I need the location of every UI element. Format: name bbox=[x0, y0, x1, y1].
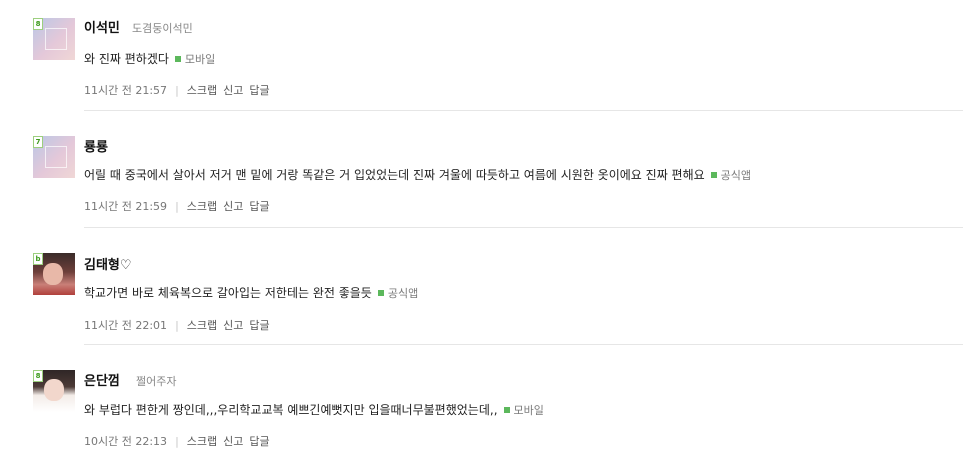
reply-button[interactable]: 답글 bbox=[249, 200, 269, 213]
report-button[interactable]: 신고 bbox=[223, 200, 243, 213]
report-button[interactable]: 신고 bbox=[223, 319, 243, 332]
report-button[interactable]: 신고 bbox=[223, 435, 243, 448]
level-badge: 8 bbox=[33, 18, 43, 30]
comment-meta: 11시간 전 22:01 | 스크랩 신고 답글 bbox=[84, 317, 276, 333]
author-nickname: 도겸둥이석민 bbox=[132, 22, 193, 35]
comment-text: 학교가면 바로 체육복으로 갈아입는 저한테는 완전 좋을듯 공식앱 bbox=[84, 284, 418, 301]
comment-text: 와 부럽다 편한게 짱인데,,,우리학교교복 예쁘긴예뻣지만 입을때너무불편했었… bbox=[84, 401, 544, 418]
comment-text: 와 진짜 편하겠다 모바일 bbox=[84, 50, 215, 67]
comment-text-content: 와 부럽다 편한게 짱인데,,,우리학교교복 예쁘긴예뻣지만 입을때너무불편했었… bbox=[84, 403, 498, 417]
level-badge: 7 bbox=[33, 136, 43, 148]
timestamp: 11시간 전 21:57 bbox=[84, 84, 168, 97]
source-label: 공식앱 bbox=[387, 287, 419, 300]
scrap-button[interactable]: 스크랩 bbox=[187, 435, 217, 448]
author-name[interactable]: 김태형♡ bbox=[84, 254, 132, 273]
timestamp: 10시간 전 22:13 bbox=[84, 435, 168, 448]
comment-meta: 11시간 전 21:57 | 스크랩 신고 답글 bbox=[84, 82, 276, 98]
source-dot-icon bbox=[174, 56, 181, 62]
comment-meta: 11시간 전 21:59 | 스크랩 신고 답글 bbox=[84, 198, 276, 214]
level-badge: 8 bbox=[33, 370, 43, 382]
separator: | bbox=[175, 200, 179, 213]
separator: | bbox=[175, 435, 179, 448]
separator: | bbox=[175, 319, 179, 332]
timestamp: 11시간 전 21:59 bbox=[84, 200, 168, 213]
source-label: 모바일 bbox=[184, 53, 216, 66]
divider bbox=[84, 344, 963, 345]
comment-text-content: 어릴 때 중국에서 살아서 저거 맨 밑에 거랑 똑같은 거 입었었는데 진짜 … bbox=[84, 168, 705, 182]
scrap-button[interactable]: 스크랩 bbox=[187, 319, 217, 332]
comment-text-content: 학교가면 바로 체육복으로 갈아입는 저한테는 완전 좋을듯 bbox=[84, 286, 372, 300]
separator: | bbox=[175, 84, 179, 97]
author-name[interactable]: 룡룡 bbox=[84, 136, 108, 155]
scrap-button[interactable]: 스크랩 bbox=[187, 200, 217, 213]
author-name[interactable]: 이석민 bbox=[84, 17, 120, 36]
reply-button[interactable]: 답글 bbox=[249, 435, 269, 448]
reply-button[interactable]: 답글 bbox=[249, 319, 269, 332]
avatar[interactable]: 8 bbox=[33, 370, 75, 412]
divider bbox=[84, 110, 963, 111]
reply-button[interactable]: 답글 bbox=[249, 84, 269, 97]
source-dot-icon bbox=[710, 172, 717, 178]
divider bbox=[84, 227, 963, 228]
source-label: 공식앱 bbox=[720, 169, 752, 182]
source-label: 모바일 bbox=[513, 404, 544, 417]
avatar[interactable]: 8 bbox=[33, 18, 75, 60]
level-badge: b bbox=[33, 253, 43, 265]
source-dot-icon bbox=[377, 290, 384, 296]
timestamp: 11시간 전 22:01 bbox=[84, 319, 168, 332]
author-name[interactable]: 은단껌 bbox=[84, 370, 120, 389]
source-dot-icon bbox=[503, 407, 510, 413]
avatar[interactable]: b bbox=[33, 253, 75, 295]
comment-text-content: 와 진짜 편하겠다 bbox=[84, 52, 169, 66]
report-button[interactable]: 신고 bbox=[223, 84, 243, 97]
author-nickname: 쩔어주자 bbox=[136, 375, 177, 388]
comment-meta: 10시간 전 22:13 | 스크랩 신고 답글 bbox=[84, 433, 276, 449]
comment-text: 어릴 때 중국에서 살아서 저거 맨 밑에 거랑 똑같은 거 입었었는데 진짜 … bbox=[84, 166, 751, 183]
scrap-button[interactable]: 스크랩 bbox=[187, 84, 217, 97]
avatar[interactable]: 7 bbox=[33, 136, 75, 178]
